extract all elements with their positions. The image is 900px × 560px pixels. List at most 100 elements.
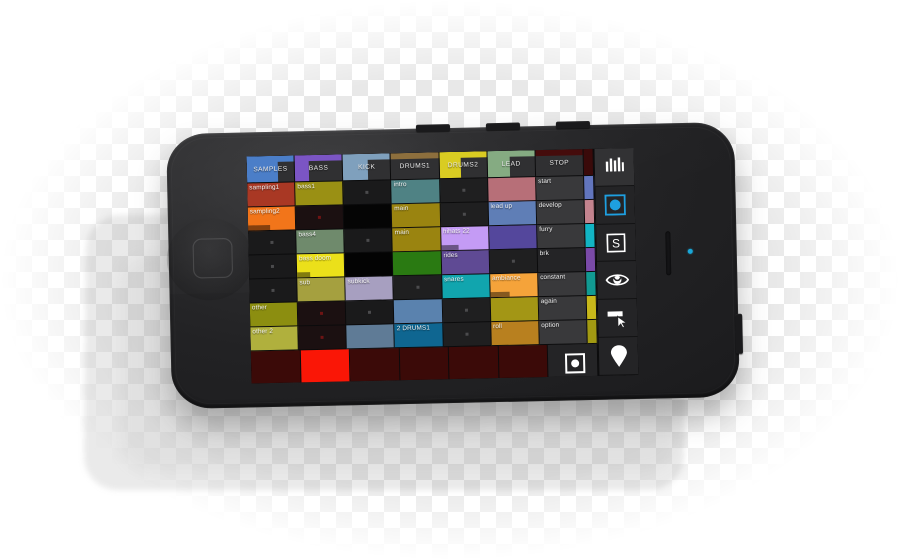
clip-cell-empty[interactable] [343,204,393,230]
toolbar-item-mixer[interactable] [594,148,635,187]
clip-label: develop [538,201,562,210]
clip-cell-empty[interactable] [442,322,492,348]
clip-cell-sampling1[interactable]: sampling1 [247,182,296,208]
clip-cell-empty[interactable] [490,297,540,323]
toolbar-item-select[interactable] [597,299,638,338]
clip-cell-empty[interactable] [248,230,297,256]
clip-cell-hihats-22[interactable]: hihats 22 [440,226,490,252]
clip-cell-again[interactable]: again [538,296,588,322]
clip-cell-empty[interactable] [394,299,443,325]
clip-cell-empty[interactable] [393,251,442,277]
track-header-drums1[interactable]: DRUMS1 [391,152,440,181]
clip-cell-bass1[interactable]: bass1 [295,181,344,207]
clip-cell-empty[interactable] [345,252,394,278]
clip-cell-empty[interactable] [488,225,538,251]
right-toolbar: S [593,148,639,376]
toolbar-item-locate[interactable] [598,337,639,376]
eye-icon [605,273,629,289]
power-button[interactable] [415,124,451,132]
clip-label: 2 DRUMS1 [396,324,431,333]
scene-cell[interactable] [449,346,500,381]
clip-cell-empty[interactable] [489,249,539,275]
clip-cell-rides[interactable]: rides [441,250,490,276]
clip-cell-main[interactable]: main [392,227,442,253]
clip-cell-empty[interactable] [295,205,345,231]
track-header-label: KICK [358,163,376,171]
header-strip-cell[interactable] [583,148,595,177]
track-header-bass[interactable]: BASS [294,154,344,183]
clip-label: subkick [347,277,370,286]
clip-progress-bar [297,272,311,278]
scene-cell[interactable] [349,348,401,383]
phone-device: SAMPLES BASS KICK DRUMS1 DRUMS2 LEAD STOP samp… [165,120,743,410]
scene-cell-active[interactable] [300,349,351,384]
clip-stop-dot [270,240,274,244]
clip-strip-cell[interactable] [584,199,596,225]
clip-cell-empty[interactable] [393,275,443,301]
clip-cell-brk[interactable]: brk [537,248,587,274]
scene-cell[interactable] [399,347,450,382]
phone-screen: SAMPLES BASS KICK DRUMS1 DRUMS2 LEAD STOP samp… [246,148,639,384]
clip-cell-empty[interactable] [487,177,537,203]
track-header-samples[interactable]: SAMPLES [246,155,296,184]
clip-cell-roll[interactable]: roll [491,321,540,347]
clip-cell-empty[interactable] [440,202,489,228]
clip-strip-cell[interactable] [587,319,598,345]
toolbar-item-record[interactable] [595,185,636,225]
scene-cell[interactable] [498,344,549,380]
clip-cell-other-2[interactable]: other 2 [250,326,299,352]
home-button[interactable] [192,238,233,279]
track-header-topbar [391,152,439,160]
track-header-kick[interactable]: KICK [342,153,392,182]
clip-progress-bar [441,244,459,251]
clip-label: sampling1 [249,183,280,192]
track-header-lead[interactable]: LEAD [487,150,537,179]
track-header-stop[interactable]: STOP [535,149,585,178]
location-pin-icon [609,344,627,367]
clip-cell-empty[interactable] [343,180,393,206]
record-button[interactable] [548,343,599,378]
svg-text:S: S [612,236,620,250]
clip-cell-ambiance[interactable]: ambiance [489,273,539,299]
clip-cell-constant[interactable]: constant [538,272,587,298]
clip-cell-furry[interactable]: furry [537,224,586,250]
clip-stop-dot [365,190,369,194]
volume-up-button[interactable] [485,122,521,131]
clip-strip-cell[interactable] [584,175,595,201]
clip-cell-lead-up[interactable]: lead up [488,201,538,227]
scene-cell[interactable] [250,350,302,384]
clip-cell-empty[interactable] [248,254,298,280]
clip-cell-empty[interactable] [249,278,298,304]
clip-cell-sampling2[interactable]: sampling2 [247,206,297,232]
clip-cell-2-drums1[interactable]: 2 DRUMS1 [394,323,444,349]
toolbar-item-view[interactable] [597,261,637,301]
clip-strip-cell[interactable] [586,295,598,321]
clip-progress-bar [490,291,510,298]
clip-cell-empty[interactable] [346,324,396,350]
clip-cell-develop[interactable]: develop [536,200,586,226]
clip-cell-start[interactable]: start [536,176,585,202]
clip-cell-bass4[interactable]: bass4 [296,229,346,255]
clip-cell-empty[interactable] [298,325,348,351]
clip-cell-bass-doom[interactable]: bass doom [296,253,346,279]
side-button[interactable] [735,313,743,354]
track-header-drums2[interactable]: DRUMS2 [439,151,488,180]
clip-cell-empty[interactable] [439,178,489,204]
clip-cell-other[interactable]: other [249,302,299,328]
clip-cell-empty[interactable] [346,300,395,326]
clip-cell-snares[interactable]: snares [441,274,491,300]
clip-strip-cell[interactable] [585,247,597,273]
clip-cell-empty[interactable] [344,228,394,254]
volume-down-button[interactable] [555,120,591,129]
toolbar-item-solo[interactable]: S [596,223,636,263]
clip-cell-intro[interactable]: intro [391,179,441,205]
clip-strip-cell[interactable] [586,271,597,297]
clip-cell-main[interactable]: main [392,203,441,229]
clip-cell-subkick[interactable]: subkick [345,276,395,302]
clip-label: hihats 22 [442,227,470,236]
clip-strip-cell[interactable] [585,223,596,249]
clip-cell-option[interactable]: option [539,320,588,346]
clip-cell-empty[interactable] [442,298,492,324]
clip-cell-empty[interactable] [297,301,347,327]
clip-cell-sub[interactable]: sub [297,277,347,303]
